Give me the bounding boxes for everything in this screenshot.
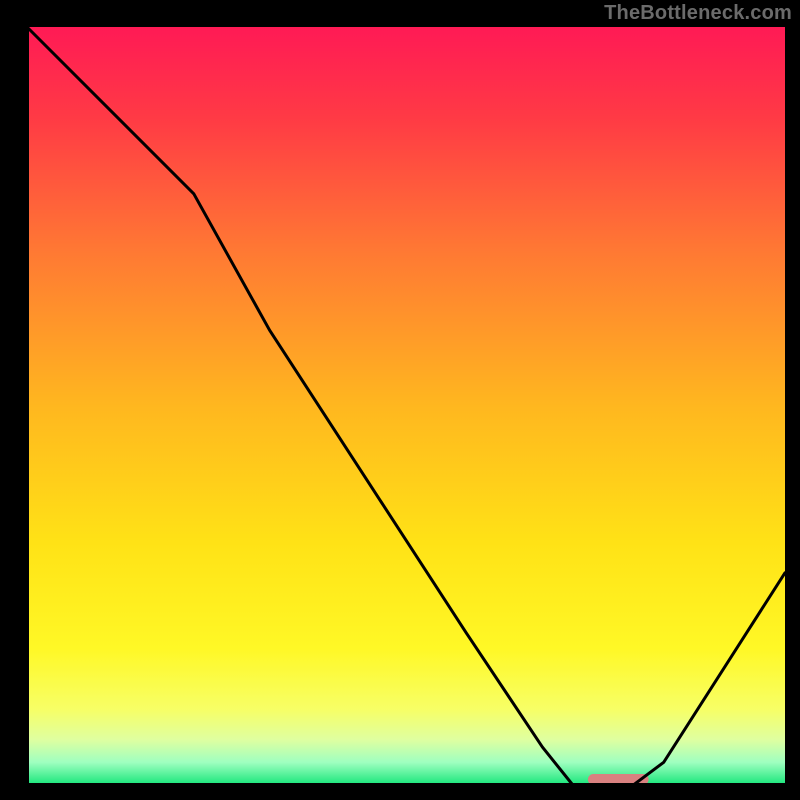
- bottleneck-chart: [0, 0, 800, 800]
- watermark-text: TheBottleneck.com: [604, 2, 792, 25]
- chart-stage: TheBottleneck.com: [0, 0, 800, 800]
